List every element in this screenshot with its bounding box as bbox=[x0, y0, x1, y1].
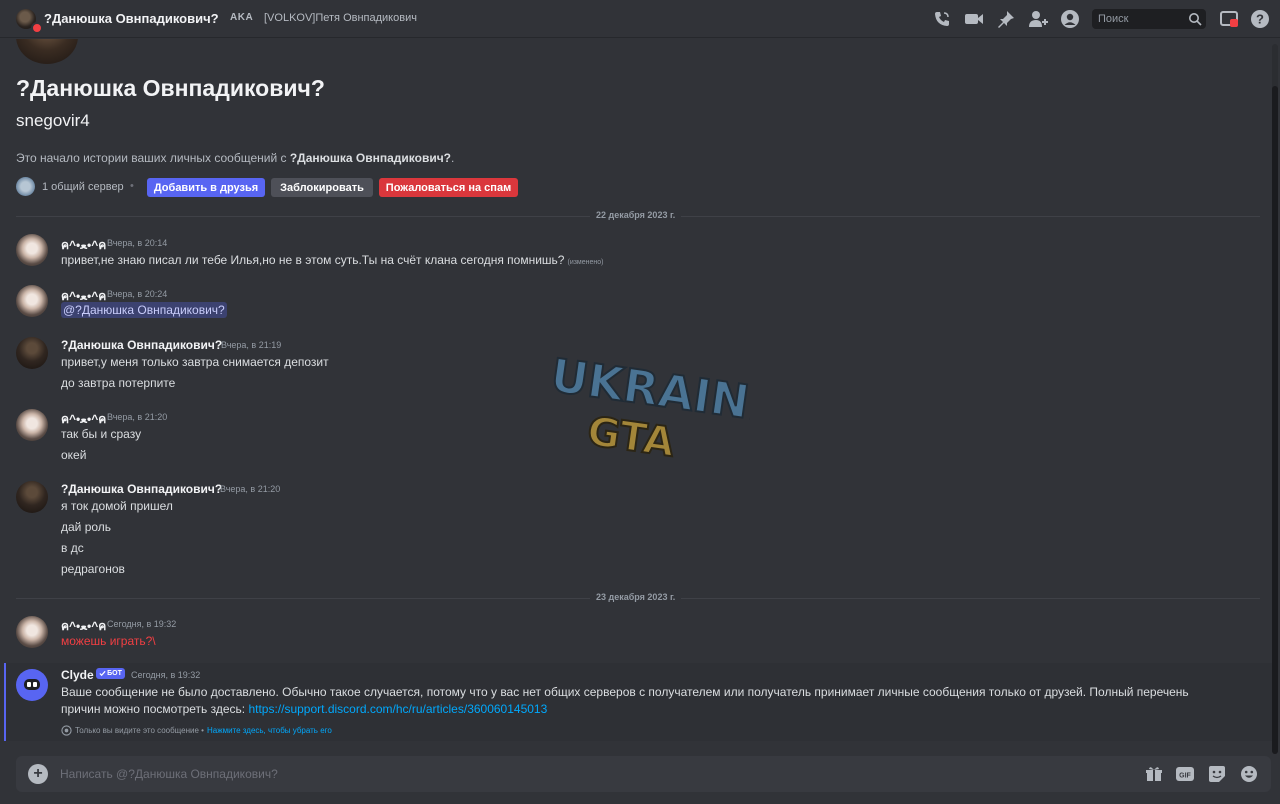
dm-title[interactable]: ?Данюшка Овнпадикович? bbox=[44, 11, 219, 26]
message-timestamp: Вчера, в 21:19 bbox=[221, 340, 282, 350]
support-link[interactable]: https://support.discord.com/hc/ru/articl… bbox=[248, 702, 547, 716]
pin-icon[interactable] bbox=[995, 8, 1017, 30]
message-composer[interactable]: + Написать @?Данюшка Овнпадикович? GIF bbox=[16, 756, 1271, 792]
top-bar: ?Данюшка Овнпадикович? AKA [VOLKOV]Петя … bbox=[0, 0, 1280, 38]
message-text: привет,у меня только завтра снимается де… bbox=[61, 355, 329, 369]
gift-icon[interactable] bbox=[1144, 764, 1164, 784]
clyde-avatar[interactable] bbox=[16, 669, 48, 701]
message-text: @?Данюшка Овнпадикович? bbox=[61, 302, 227, 318]
profile-display-name: ?Данюшка Овнпадикович? bbox=[16, 75, 325, 101]
sticker-icon[interactable] bbox=[1207, 764, 1227, 784]
mutual-servers-link[interactable]: 1 общий сервер bbox=[42, 181, 124, 193]
bot-message-text: Ваше сообщение не было доставлено. Обычн… bbox=[61, 685, 1189, 699]
author-avatar[interactable] bbox=[16, 285, 48, 317]
message-timestamp: Сегодня, в 19:32 bbox=[107, 619, 177, 629]
add-friend-button[interactable]: Добавить в друзья bbox=[147, 178, 265, 197]
svg-text:GIF: GIF bbox=[1179, 773, 1191, 780]
add-friend-icon[interactable] bbox=[1027, 8, 1049, 30]
verified-check-icon bbox=[99, 670, 106, 677]
video-call-icon[interactable] bbox=[963, 8, 985, 30]
block-button[interactable]: Заблокировать bbox=[271, 178, 373, 197]
message-timestamp: Вчера, в 21:20 bbox=[107, 412, 168, 422]
scrollbar-thumb[interactable] bbox=[1272, 86, 1278, 754]
upload-plus-icon[interactable]: + bbox=[28, 764, 48, 784]
message-timestamp: Вчера, в 20:14 bbox=[107, 238, 168, 248]
emoji-icon[interactable] bbox=[1239, 764, 1259, 784]
eye-icon bbox=[61, 725, 72, 736]
bot-message-text: причин можно посмотреть здесь: https://s… bbox=[61, 702, 548, 716]
search-icon bbox=[1188, 12, 1202, 31]
message-text: я ток домой пришел bbox=[61, 499, 173, 513]
date-divider-label: 23 декабря 2023 г. bbox=[590, 592, 682, 602]
user-mention[interactable]: @?Данюшка Овнпадикович? bbox=[61, 302, 227, 318]
message-text: редрагонов bbox=[61, 562, 125, 576]
date-divider-label: 22 декабря 2023 г. bbox=[590, 210, 682, 220]
message-text: окей bbox=[61, 448, 87, 462]
robot-face-icon bbox=[24, 679, 40, 690]
author-avatar[interactable] bbox=[16, 337, 48, 369]
aka-label: AKA bbox=[230, 12, 254, 23]
ukraine-gta-watermark: UKRAINE GTA bbox=[546, 347, 750, 464]
author-avatar[interactable] bbox=[16, 234, 48, 266]
profile-username: snegovir4 bbox=[16, 111, 90, 130]
dismiss-message-link[interactable]: Нажмите здесь, чтобы убрать его bbox=[207, 726, 332, 735]
author-avatar[interactable] bbox=[16, 409, 48, 441]
bot-author[interactable]: Clyde bbox=[61, 668, 94, 682]
message-text: привет,не знаю писал ли тебе Илья,но не … bbox=[61, 253, 604, 267]
status-dnd-icon bbox=[31, 22, 43, 34]
message-timestamp: Сегодня, в 19:32 bbox=[131, 670, 201, 680]
message-text: дай роль bbox=[61, 520, 112, 534]
message-input[interactable]: Написать @?Данюшка Овнпадикович? bbox=[60, 767, 278, 781]
message-text: так бы и сразу bbox=[61, 427, 142, 441]
failed-message-text: можешь играть?\ bbox=[61, 634, 156, 648]
edited-label: (изменено) bbox=[567, 259, 604, 266]
dm-intro-text: Это начало истории ваших личных сообщени… bbox=[16, 151, 455, 165]
separator-dot: • bbox=[130, 180, 134, 192]
message-timestamp: Вчера, в 21:20 bbox=[220, 484, 281, 494]
author-avatar[interactable] bbox=[16, 481, 48, 513]
report-spam-button[interactable]: Пожаловаться на спам bbox=[379, 178, 518, 197]
bot-badge: БОТ bbox=[96, 668, 125, 679]
message-author[interactable]: ?Данюшка Овнпадикович? bbox=[61, 338, 222, 352]
author-avatar[interactable] bbox=[16, 616, 48, 648]
mutual-server-icon[interactable] bbox=[16, 177, 35, 196]
profile-avatar[interactable] bbox=[16, 39, 78, 64]
message-text: до завтра потерпите bbox=[61, 376, 176, 390]
only-you-notice: Только вы видите это сообщение • Нажмите… bbox=[61, 725, 332, 736]
search-input[interactable]: Поиск bbox=[1092, 9, 1206, 29]
message-scroller[interactable]: ?Данюшка Овнпадикович? snegovir4 Это нач… bbox=[0, 39, 1272, 751]
help-icon[interactable]: ? bbox=[1249, 8, 1271, 30]
search-placeholder: Поиск bbox=[1098, 13, 1129, 25]
message-timestamp: Вчера, в 20:24 bbox=[107, 289, 168, 299]
gif-icon[interactable]: GIF bbox=[1175, 764, 1195, 784]
user-profile-icon[interactable] bbox=[1059, 8, 1081, 30]
aka-name: [VOLKOV]Петя Овнпадикович bbox=[264, 12, 417, 24]
message-author[interactable]: ?Данюшка Овнпадикович? bbox=[61, 482, 222, 496]
inbox-icon[interactable] bbox=[1218, 8, 1240, 30]
svg-text:?: ? bbox=[1256, 12, 1264, 27]
message-text: в дс bbox=[61, 541, 84, 555]
phone-call-icon[interactable] bbox=[931, 8, 953, 30]
